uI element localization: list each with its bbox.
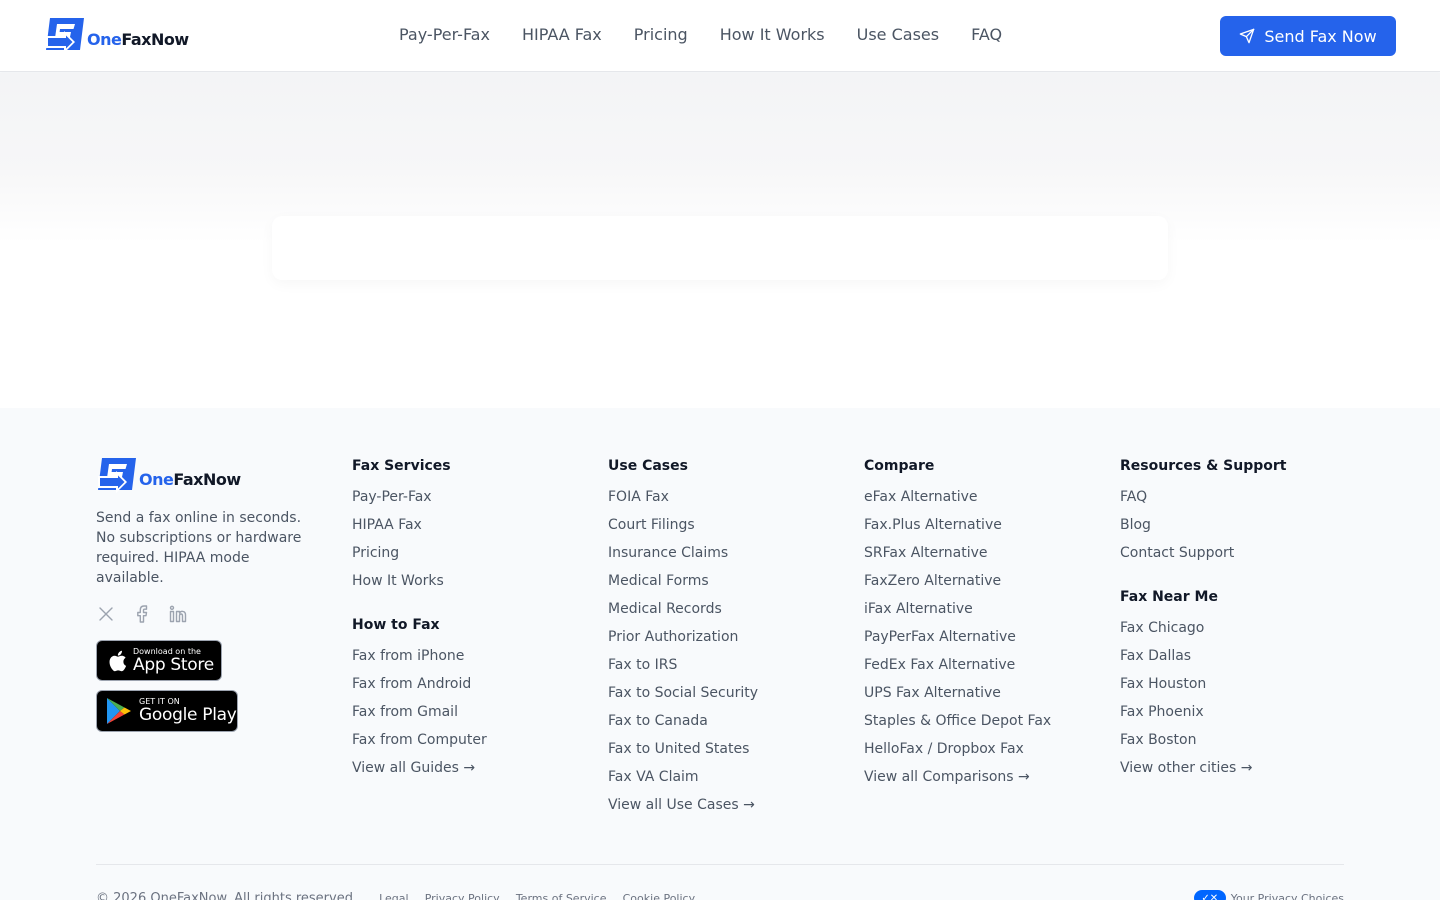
cookie-policy-link[interactable]: Cookie Policy	[623, 892, 695, 900]
site-footer: OneFaxNow Send a fax online in seconds. …	[0, 408, 1440, 900]
footer-link[interactable]: FaxZero Alternative	[864, 573, 1051, 589]
social-links	[96, 604, 204, 624]
footer-link[interactable]: Fax Chicago	[1120, 620, 1287, 636]
send-fax-now-button[interactable]: Send Fax Now	[1220, 16, 1396, 56]
nav-pay-per-fax[interactable]: Pay-Per-Fax	[399, 25, 490, 45]
footer-link[interactable]: Blog	[1120, 517, 1287, 533]
apple-icon	[109, 650, 127, 671]
footer-link[interactable]: Fax Houston	[1120, 676, 1287, 692]
footer-bottom-bar: © 2026 OneFaxNow. All rights reserved. L…	[96, 890, 1344, 900]
footer-link[interactable]: Fax to Social Security	[608, 685, 758, 701]
use-cases-heading: Use Cases	[608, 458, 688, 474]
logo-wordmark: OneFaxNow	[87, 29, 189, 49]
footer-link[interactable]: Fax from iPhone	[352, 648, 487, 664]
footer-link[interactable]: Fax VA Claim	[608, 769, 758, 785]
footer-link[interactable]: Medical Records	[608, 601, 758, 617]
privacy-policy-link[interactable]: Privacy Policy	[425, 892, 500, 900]
view-all-comparisons-link[interactable]: View all Comparisons →	[864, 769, 1051, 785]
footer-link[interactable]: Fax Boston	[1120, 732, 1287, 748]
main-nav: Pay-Per-Fax HIPAA Fax Pricing How It Wor…	[399, 25, 1034, 45]
view-all-guides-link[interactable]: View all Guides →	[352, 760, 487, 776]
view-other-cities-link[interactable]: View other cities →	[1120, 760, 1287, 776]
footer-link[interactable]: Fax to IRS	[608, 657, 758, 673]
footer-logo-wordmark: OneFaxNow	[139, 469, 241, 489]
privacy-choices-link[interactable]: ✓✕ Your Privacy Choices	[1193, 890, 1344, 900]
footer-link[interactable]: Medical Forms	[608, 573, 758, 589]
footer-col-resources: Resources & Support FAQ Blog Contact Sup…	[1120, 458, 1287, 788]
footer-link[interactable]: Court Filings	[608, 517, 758, 533]
footer-col-use-cases: Use Cases FOIA Fax Court Filings Insuran…	[608, 458, 758, 825]
footer-link[interactable]: Fax.Plus Alternative	[864, 517, 1051, 533]
footer-col-fax-services: Fax Services Pay-Per-Fax HIPAA Fax Prici…	[352, 458, 487, 788]
footer-link[interactable]: eFax Alternative	[864, 489, 1051, 505]
nav-pricing[interactable]: Pricing	[634, 25, 688, 45]
site-header: OneFaxNow Pay-Per-Fax HIPAA Fax Pricing …	[0, 0, 1440, 72]
footer-link[interactable]: HelloFax / Dropbox Fax	[864, 741, 1051, 757]
footer-logo-link[interactable]: OneFaxNow	[96, 456, 241, 496]
footer-link[interactable]: HIPAA Fax	[352, 517, 487, 533]
footer-link[interactable]: How It Works	[352, 573, 487, 589]
footer-link[interactable]: PayPerFax Alternative	[864, 629, 1051, 645]
app-store-text: Download on the App Store	[133, 646, 214, 675]
google-play-badge[interactable]: GET IT ON Google Play	[96, 690, 238, 732]
footer-link[interactable]: Fax from Computer	[352, 732, 487, 748]
paper-plane-icon	[1239, 28, 1255, 44]
terms-of-service-link[interactable]: Terms of Service	[516, 892, 607, 900]
how-to-fax-heading: How to Fax	[352, 617, 440, 633]
footer-col-compare: Compare eFax Alternative Fax.Plus Altern…	[864, 458, 1051, 797]
nav-faq[interactable]: FAQ	[971, 25, 1002, 45]
footer-link[interactable]: SRFax Alternative	[864, 545, 1051, 561]
footer-link[interactable]: FAQ	[1120, 489, 1287, 505]
footer-link[interactable]: Staples & Office Depot Fax	[864, 713, 1051, 729]
legal-links: Legal Privacy Policy Terms of Service Co…	[367, 891, 695, 900]
footer-link[interactable]: Fax Dallas	[1120, 648, 1287, 664]
nav-use-cases[interactable]: Use Cases	[857, 25, 939, 45]
linkedin-icon[interactable]	[168, 604, 188, 624]
content-card-placeholder	[272, 216, 1168, 280]
logo-link[interactable]: OneFaxNow	[44, 16, 189, 56]
app-store-badge[interactable]: Download on the App Store	[96, 640, 222, 681]
footer-link[interactable]: UPS Fax Alternative	[864, 685, 1051, 701]
view-all-use-cases-link[interactable]: View all Use Cases →	[608, 797, 758, 813]
onefaxnow-logo-icon	[46, 18, 84, 53]
footer-link[interactable]: Fax from Gmail	[352, 704, 487, 720]
footer-link[interactable]: FedEx Fax Alternative	[864, 657, 1051, 673]
footer-link[interactable]: Fax to United States	[608, 741, 758, 757]
send-fax-now-label: Send Fax Now	[1264, 26, 1377, 46]
facebook-icon[interactable]	[132, 604, 152, 624]
copyright-text: © 2026 OneFaxNow. All rights reserved.	[96, 890, 358, 900]
fax-near-me-heading: Fax Near Me	[1120, 589, 1218, 605]
x-icon[interactable]	[96, 604, 116, 624]
footer-link[interactable]: Contact Support	[1120, 545, 1287, 561]
footer-link[interactable]: Prior Authorization	[608, 629, 758, 645]
footer-link[interactable]: Fax Phoenix	[1120, 704, 1287, 720]
privacy-choices-label: Your Privacy Choices	[1230, 891, 1344, 900]
footer-link[interactable]: Pay-Per-Fax	[352, 489, 487, 505]
footer-link[interactable]: Pricing	[352, 545, 487, 561]
main-content	[0, 73, 1440, 408]
fax-services-heading: Fax Services	[352, 458, 451, 474]
footer-link[interactable]: iFax Alternative	[864, 601, 1051, 617]
footer-link[interactable]: Fax from Android	[352, 676, 487, 692]
legal-link[interactable]: Legal	[379, 892, 408, 900]
google-play-icon	[107, 698, 131, 724]
nav-hipaa-fax[interactable]: HIPAA Fax	[522, 25, 602, 45]
onefaxnow-logo-icon	[98, 458, 136, 493]
footer-tagline: Send a fax online in seconds. No subscri…	[96, 510, 302, 586]
compare-heading: Compare	[864, 458, 935, 474]
nav-how-it-works[interactable]: How It Works	[720, 25, 825, 45]
footer-divider	[96, 864, 1344, 865]
footer-link[interactable]: Insurance Claims	[608, 545, 758, 561]
google-play-text: GET IT ON Google Play	[139, 697, 237, 725]
footer-link[interactable]: Fax to Canada	[608, 713, 758, 729]
privacy-toggle-icon: ✓✕	[1193, 890, 1226, 900]
footer-link[interactable]: FOIA Fax	[608, 489, 758, 505]
resources-heading: Resources & Support	[1120, 458, 1287, 474]
